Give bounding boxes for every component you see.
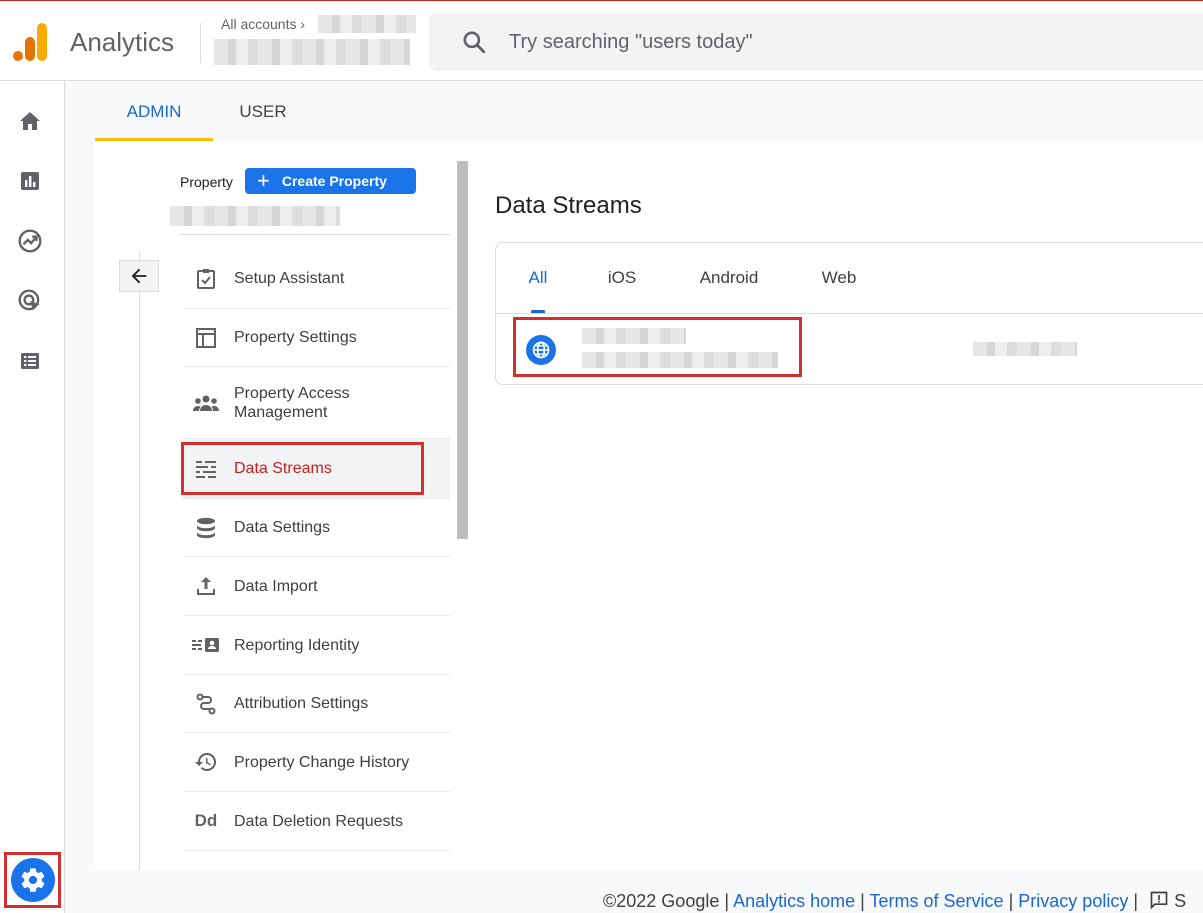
terms-of-service-link[interactable]: Terms of Service bbox=[870, 891, 1004, 911]
send-feedback-link[interactable]: S bbox=[1174, 891, 1186, 911]
arrow-left-icon bbox=[131, 268, 147, 284]
property-column: Property + Create Property Setup Assista… bbox=[95, 141, 470, 870]
nav-item-attribution-settings[interactable]: Attribution Settings bbox=[183, 675, 450, 733]
property-selector-redacted[interactable] bbox=[170, 206, 340, 226]
tab-android[interactable]: Android bbox=[688, 243, 770, 313]
nav-label: Setup Assistant bbox=[234, 270, 345, 287]
tab-admin[interactable]: ADMIN bbox=[95, 82, 213, 141]
advertising-icon[interactable] bbox=[15, 286, 45, 316]
home-icon[interactable] bbox=[15, 106, 45, 136]
footer: ©2022 Google | Analytics home | Terms of… bbox=[603, 890, 1186, 912]
attribution-icon bbox=[183, 692, 229, 716]
layout-icon bbox=[183, 326, 229, 350]
create-property-button[interactable]: + Create Property bbox=[245, 168, 416, 194]
privacy-policy-link[interactable]: Privacy policy bbox=[1018, 891, 1128, 911]
divider bbox=[200, 23, 201, 63]
upload-icon bbox=[183, 574, 229, 598]
divider bbox=[180, 234, 450, 235]
top-app-bar: Analytics All accounts › bbox=[0, 0, 1203, 81]
feedback-icon[interactable] bbox=[1149, 890, 1169, 910]
main-content: Data Streams All iOS Android Web bbox=[470, 141, 1203, 870]
property-scrollbar[interactable] bbox=[457, 161, 468, 539]
account-breadcrumb[interactable]: All accounts › bbox=[221, 16, 305, 32]
identity-icon bbox=[183, 635, 229, 655]
nav-item-data-settings[interactable]: Data Settings bbox=[183, 499, 450, 557]
nav-label: Property Change History bbox=[234, 753, 410, 771]
chevron-right-icon: › bbox=[300, 16, 306, 32]
highlight-box-data-streams bbox=[181, 442, 424, 495]
app-name: Analytics bbox=[70, 27, 175, 57]
footer-separator: | bbox=[860, 891, 865, 911]
nav-item-data-deletion-requests[interactable]: Dd Data Deletion Requests bbox=[183, 792, 450, 851]
nav-item-data-import[interactable]: Data Import bbox=[183, 557, 450, 616]
admin-button[interactable] bbox=[4, 852, 61, 908]
highlight-box-stream bbox=[513, 317, 802, 377]
nav-label: Data Settings bbox=[234, 519, 331, 536]
dd-icon: Dd bbox=[194, 811, 218, 830]
tab-web[interactable]: Web bbox=[812, 243, 866, 313]
people-icon bbox=[183, 392, 229, 414]
copyright: ©2022 Google bbox=[603, 891, 720, 911]
nav-item-setup-assistant[interactable]: Setup Assistant bbox=[183, 249, 450, 309]
plus-icon: + bbox=[257, 168, 270, 193]
history-icon bbox=[183, 750, 229, 774]
property-name-redacted[interactable] bbox=[214, 39, 410, 65]
tab-user[interactable]: USER bbox=[213, 82, 313, 141]
footer-separator: | bbox=[1133, 891, 1139, 911]
reports-icon[interactable] bbox=[15, 166, 45, 196]
nav-item-property-access-management[interactable]: Property Access Management bbox=[183, 367, 450, 439]
explore-icon[interactable] bbox=[15, 226, 45, 256]
search-icon[interactable] bbox=[461, 29, 487, 55]
database-icon bbox=[183, 516, 229, 540]
back-button[interactable] bbox=[119, 260, 159, 292]
account-name-redacted bbox=[318, 15, 416, 33]
nav-label: Data Deletion Requests bbox=[234, 812, 403, 830]
nav-label: Property Settings bbox=[234, 329, 357, 346]
left-nav-rail bbox=[0, 81, 65, 913]
tab-ios[interactable]: iOS bbox=[598, 243, 646, 313]
nav-label: Data Import bbox=[234, 577, 318, 595]
footer-separator: | bbox=[724, 891, 730, 911]
configure-icon[interactable] bbox=[15, 346, 45, 376]
search-input[interactable] bbox=[509, 13, 1109, 71]
nav-label: Property Access Management bbox=[234, 384, 350, 421]
nav-label: Attribution Settings bbox=[234, 695, 369, 712]
nav-label: Reporting Identity bbox=[234, 636, 360, 654]
tree-line bbox=[139, 251, 140, 870]
stream-id-redacted bbox=[973, 342, 1077, 356]
gear-icon[interactable] bbox=[10, 858, 55, 902]
clipboard-check-icon bbox=[183, 267, 229, 291]
analytics-home-link[interactable]: Analytics home bbox=[733, 891, 855, 911]
footer-separator: | bbox=[1008, 891, 1014, 911]
nav-item-reporting-identity[interactable]: Reporting Identity bbox=[183, 616, 450, 675]
create-property-label: Create Property bbox=[281, 173, 387, 189]
search-bar[interactable] bbox=[429, 13, 1203, 71]
page-title: Data Streams bbox=[495, 192, 642, 219]
nav-item-property-change-history[interactable]: Property Change History bbox=[183, 733, 450, 792]
property-label: Property bbox=[180, 174, 233, 190]
all-accounts-link[interactable]: All accounts bbox=[221, 16, 296, 32]
tab-all[interactable]: All bbox=[516, 243, 560, 313]
nav-item-property-settings[interactable]: Property Settings bbox=[183, 309, 450, 367]
analytics-logo[interactable] bbox=[13, 23, 49, 61]
